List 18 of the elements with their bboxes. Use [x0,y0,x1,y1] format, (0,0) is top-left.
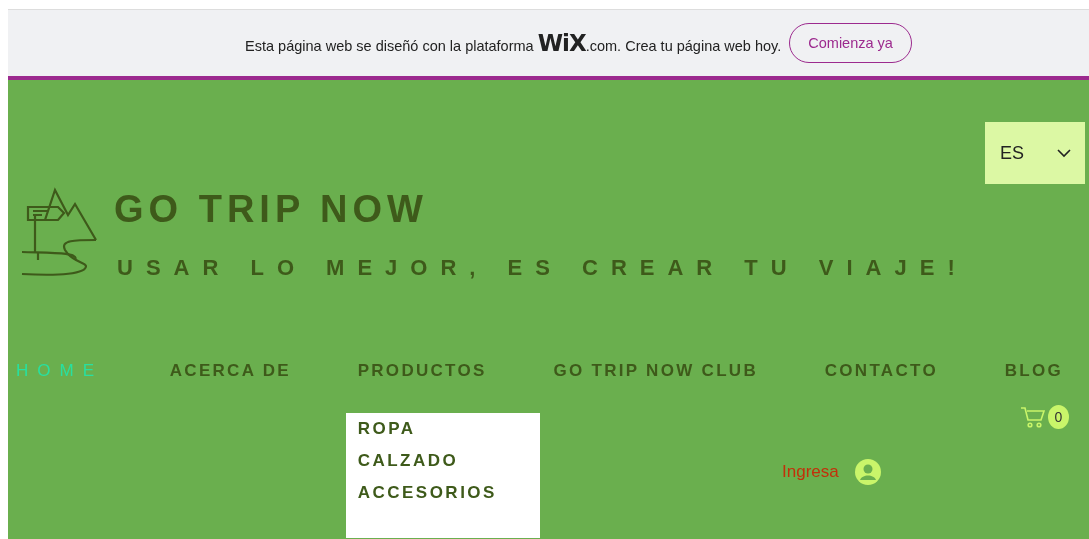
nav-link[interactable]: HOME [16,361,103,381]
chevron-down-icon [1057,148,1071,158]
nav-link[interactable]: PRODUCTOS [357,361,487,381]
user-avatar-icon[interactable] [854,459,881,485]
nav-link[interactable]: GO TRIP NOW CLUB [553,361,758,381]
site-title: GO TRIP NOW [114,188,429,231]
language-dropdown[interactable]: ES [985,122,1085,184]
submenu-item[interactable]: ROPA [357,419,528,439]
login-link[interactable]: Ingresa [782,462,839,482]
banner-text: Esta página web se diseñó con la plataforma WiX.com. Crea tu página web hoy. [245,30,782,56]
nav-link[interactable]: ACERCA DE [169,361,291,381]
nav-link[interactable]: BLOG [1004,361,1063,381]
cart-icon[interactable] [1020,406,1046,428]
cart-count-badge: 0 [1048,405,1069,429]
submenu-item[interactable]: ACCESORIOS [357,483,528,503]
submenu-item[interactable]: CALZADO [357,451,528,471]
site-tagline: USAR LO MEJOR, ES CREAR TU VIAJE! [117,255,968,281]
nav-link[interactable]: CONTACTO [824,361,938,381]
